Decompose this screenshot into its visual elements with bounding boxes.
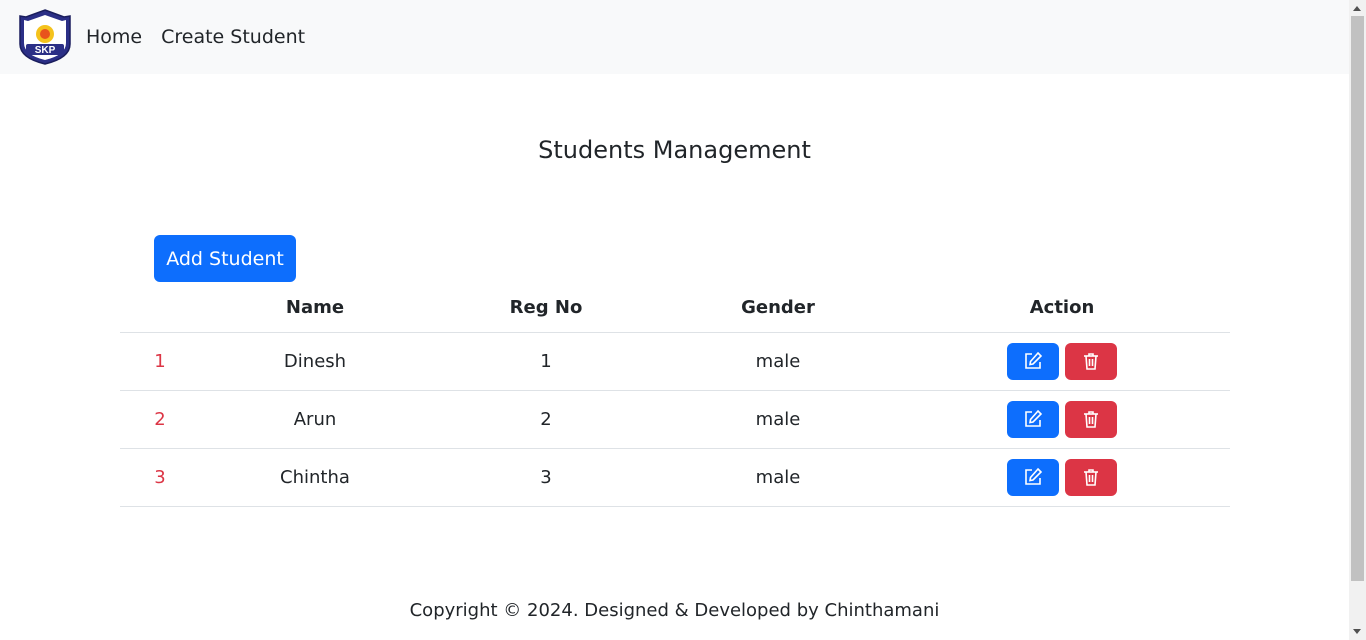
delete-button[interactable] (1065, 400, 1117, 438)
edit-icon (1025, 351, 1043, 369)
row-actions (894, 390, 1230, 449)
row-index: 3 (120, 448, 200, 507)
school-logo[interactable]: SKP (16, 8, 74, 66)
edit-button[interactable] (1007, 342, 1059, 380)
row-actions (894, 332, 1230, 391)
trash-icon (1084, 411, 1098, 428)
table-row: 3 Chintha 3 male (120, 448, 1230, 507)
navbar: SKP Home Create Student (0, 0, 1349, 74)
delete-button[interactable] (1065, 458, 1117, 496)
add-student-button[interactable]: Add Student (154, 235, 296, 282)
row-gender: male (662, 332, 894, 391)
scroll-down-arrow-icon[interactable] (1353, 629, 1361, 634)
row-index: 2 (120, 390, 200, 449)
row-reg-no: 3 (430, 448, 662, 507)
students-table: Name Reg No Gender Action 1 Dinesh 1 mal… (120, 284, 1230, 507)
delete-button[interactable] (1065, 342, 1117, 380)
edit-button[interactable] (1007, 400, 1059, 438)
row-actions (894, 448, 1230, 507)
header-index (120, 284, 200, 333)
trash-icon (1084, 353, 1098, 370)
header-reg-no: Reg No (430, 284, 662, 333)
row-name: Arun (200, 390, 430, 449)
edit-icon (1025, 409, 1043, 427)
row-reg-no: 2 (430, 390, 662, 449)
row-gender: male (662, 390, 894, 449)
row-name: Chintha (200, 448, 430, 507)
edit-icon (1025, 467, 1043, 485)
row-gender: male (662, 448, 894, 507)
vertical-scrollbar[interactable] (1349, 0, 1366, 640)
footer-copyright: Copyright © 2024. Designed & Developed b… (409, 600, 940, 621)
scroll-up-arrow-icon[interactable] (1353, 6, 1361, 11)
row-name: Dinesh (200, 332, 430, 391)
table-row: 1 Dinesh 1 male (120, 332, 1230, 391)
header-gender: Gender (662, 284, 894, 333)
row-index: 1 (120, 332, 200, 391)
table-row: 2 Arun 2 male (120, 390, 1230, 449)
row-reg-no: 1 (430, 332, 662, 391)
nav-link-home[interactable]: Home (86, 26, 142, 48)
page-title: Students Management (538, 136, 811, 164)
nav-link-create-student[interactable]: Create Student (161, 26, 305, 48)
trash-icon (1084, 469, 1098, 486)
header-action: Action (894, 284, 1230, 333)
header-name: Name (200, 284, 430, 333)
logo-text: SKP (35, 45, 56, 56)
table-header-row: Name Reg No Gender Action (120, 284, 1230, 333)
edit-button[interactable] (1007, 458, 1059, 496)
scrollbar-thumb[interactable] (1351, 16, 1364, 581)
